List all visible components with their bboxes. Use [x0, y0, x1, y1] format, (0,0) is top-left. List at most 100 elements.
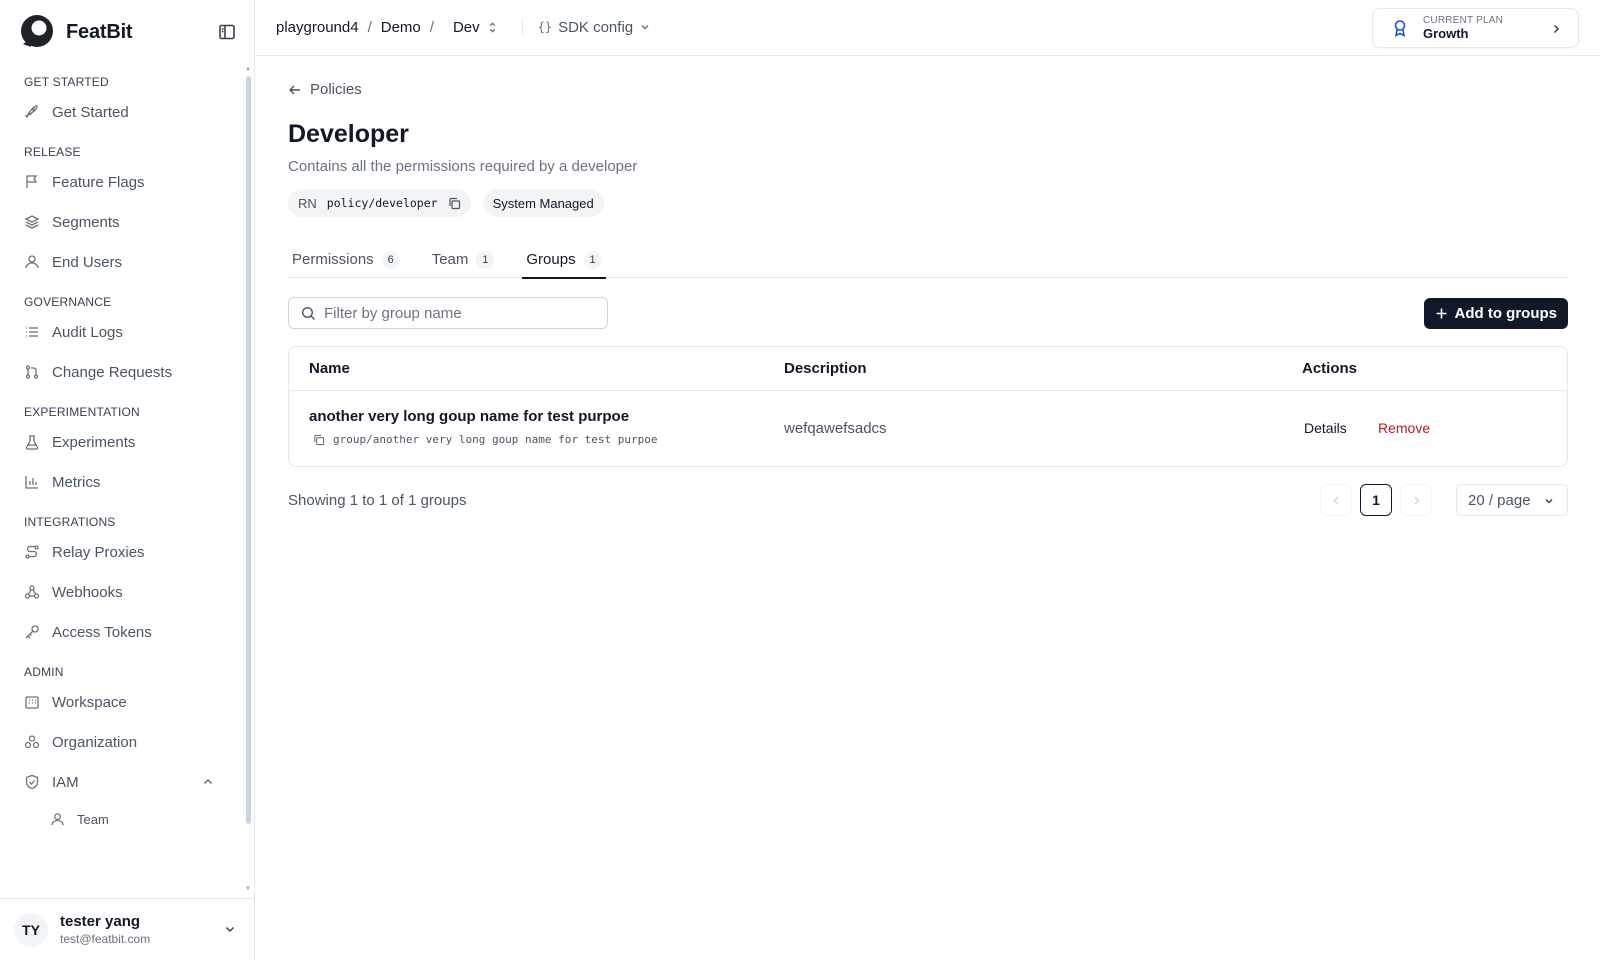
- sidebar-item-organization[interactable]: Organization: [0, 722, 245, 762]
- sidebar-item-label: Organization: [52, 733, 138, 751]
- chevron-down-icon[interactable]: [223, 922, 237, 936]
- add-to-groups-button[interactable]: Add to groups: [1423, 298, 1568, 329]
- section-experimentation: EXPERIMENTATION: [24, 405, 140, 419]
- bar-chart-icon: [25, 476, 38, 489]
- group-description: wefqawefsadcs: [784, 420, 887, 437]
- braces-icon: {}: [537, 20, 553, 34]
- flag-icon: [26, 175, 38, 188]
- sidebar-item-feature-flags[interactable]: Feature Flags: [0, 162, 245, 202]
- organization-icon: [24, 735, 40, 749]
- tab-team[interactable]: Team 1: [428, 246, 499, 278]
- chevron-down-icon: [641, 25, 649, 30]
- sidebar-item-iam[interactable]: IAM: [0, 762, 245, 802]
- page-title: Developer: [288, 120, 409, 148]
- sidebar-item-label: Webhooks: [52, 583, 123, 601]
- section-admin: ADMIN: [24, 665, 64, 679]
- env-name: Dev: [452, 18, 480, 36]
- group-filter: [288, 297, 608, 329]
- sidebar-item-label: Feature Flags: [52, 173, 145, 191]
- list-icon: [26, 327, 38, 337]
- avatar: TY: [14, 912, 48, 947]
- sidebar-item-experiments[interactable]: Experiments: [0, 422, 245, 462]
- group-rn: group/another very long goup name for te…: [313, 433, 658, 446]
- scroll-thumb[interactable]: [246, 76, 251, 824]
- sidebar: FeatBit GET STARTED Get Started RELEASE …: [0, 0, 255, 960]
- chevron-right-icon: [1414, 496, 1419, 504]
- scroll-up-icon[interactable]: ▲: [245, 66, 251, 72]
- chevron-down-icon: [1545, 499, 1553, 504]
- topbar: playground4 / Demo / Dev {} SDK config C…: [256, 0, 1600, 56]
- page-description: Contains all the permissions required by…: [288, 158, 638, 175]
- chevrons-up-down-icon: [489, 21, 495, 33]
- key-icon: [25, 625, 39, 639]
- sidebar-item-label: Metrics: [52, 473, 101, 491]
- sidebar-item-segments[interactable]: Segments: [0, 202, 245, 242]
- breadcrumb-separator: /: [367, 18, 372, 36]
- sidebar-item-label: Workspace: [52, 693, 127, 711]
- chevron-up-icon[interactable]: [201, 775, 215, 789]
- sidebar-item-audit-logs[interactable]: Audit Logs: [0, 312, 245, 352]
- page-number-button[interactable]: 1: [1360, 484, 1392, 516]
- user-menu[interactable]: TY tester yang test@featbit.com: [0, 898, 255, 960]
- column-header-actions: Actions: [1302, 360, 1358, 377]
- sidebar-item-label: Get Started: [52, 103, 129, 121]
- breadcrumb-project[interactable]: playground4: [276, 19, 359, 36]
- current-plan-card[interactable]: CURRENT PLAN Growth: [1372, 8, 1579, 48]
- user-name: tester yang: [60, 913, 141, 930]
- tab-count: 6: [381, 251, 400, 269]
- env-switcher[interactable]: Dev: [453, 19, 499, 36]
- sidebar-item-end-users[interactable]: End Users: [0, 242, 245, 282]
- sidebar-item-change-requests[interactable]: Change Requests: [0, 352, 245, 392]
- arrow-left-icon: [289, 85, 300, 94]
- sidebar-subitem-team[interactable]: Team: [0, 802, 245, 836]
- next-page-button[interactable]: [1400, 484, 1432, 516]
- scroll-down-icon[interactable]: ▼: [245, 886, 251, 892]
- rocket-icon: [24, 105, 38, 119]
- sdk-config-label: SDK config: [558, 18, 634, 36]
- group-filter-input[interactable]: [324, 304, 594, 322]
- page-size-value: 20 / page: [1468, 491, 1531, 509]
- sidebar-item-metrics[interactable]: Metrics: [0, 462, 245, 502]
- breadcrumb-env-group[interactable]: Demo: [381, 19, 421, 36]
- sidebar-item-label: IAM: [52, 773, 79, 791]
- webhook-icon: [24, 585, 40, 599]
- pagination: 1: [1320, 484, 1432, 516]
- system-managed-label: System Managed: [492, 195, 594, 211]
- sidebar-item-relay-proxies[interactable]: Relay Proxies: [0, 532, 245, 572]
- brand[interactable]: FeatBit: [18, 14, 133, 50]
- sidebar-item-access-tokens[interactable]: Access Tokens: [0, 612, 245, 652]
- layers-icon: [24, 215, 40, 229]
- page-size-select[interactable]: 20 / page: [1456, 484, 1568, 516]
- sidebar-item-label: Segments: [52, 213, 120, 231]
- table-header: Name Description Actions: [289, 347, 1567, 391]
- sidebar-scrollbar[interactable]: ▲ ▼: [245, 64, 251, 894]
- route-icon: [25, 545, 39, 559]
- tab-bar: Permissions 6 Team 1 Groups 1: [288, 246, 1568, 279]
- rn-value: policy/developer: [326, 196, 438, 210]
- system-managed-badge: System Managed: [482, 189, 604, 217]
- tab-permissions[interactable]: Permissions 6: [288, 246, 404, 278]
- breadcrumb: playground4 / Demo / Dev {} SDK config: [276, 18, 651, 36]
- search-icon: [301, 306, 315, 320]
- plan-label: CURRENT PLAN: [1423, 15, 1504, 26]
- section-get-started: GET STARTED: [24, 75, 109, 89]
- sidebar-item-workspace[interactable]: Workspace: [0, 682, 245, 722]
- back-to-policies-link[interactable]: Policies: [288, 81, 362, 98]
- user-email: test@featbit.com: [60, 932, 151, 946]
- prev-page-button[interactable]: [1320, 484, 1352, 516]
- copy-icon[interactable]: [313, 434, 325, 446]
- copy-icon[interactable]: [448, 197, 461, 210]
- sidebar-item-label: Audit Logs: [52, 323, 123, 341]
- section-governance: GOVERNANCE: [24, 295, 112, 309]
- sidebar-subitem-label: Team: [77, 811, 109, 827]
- sidebar-collapse-icon[interactable]: [218, 23, 236, 41]
- tab-groups[interactable]: Groups 1: [522, 246, 606, 279]
- sdk-config-button[interactable]: {} SDK config: [538, 19, 652, 36]
- group-rn-value: group/another very long goup name for te…: [333, 433, 658, 446]
- sidebar-item-webhooks[interactable]: Webhooks: [0, 572, 245, 612]
- sidebar-item-get-started[interactable]: Get Started: [0, 92, 245, 132]
- details-button[interactable]: Details: [1304, 420, 1347, 436]
- remove-button[interactable]: Remove: [1378, 420, 1430, 436]
- sidebar-item-label: End Users: [52, 253, 123, 271]
- breadcrumb-separator: /: [429, 18, 434, 36]
